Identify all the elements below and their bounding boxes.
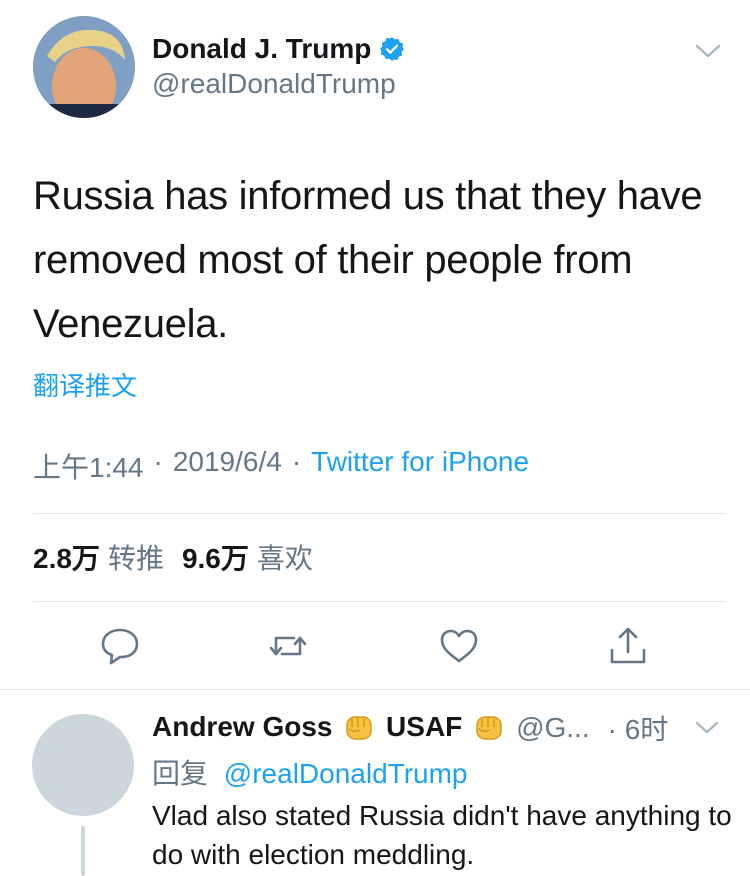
tweet-text: Russia has informed us that they have re… bbox=[33, 174, 703, 346]
reply-author-name[interactable]: Andrew Goss USAF bbox=[152, 711, 508, 746]
like-label[interactable]: 喜欢 bbox=[257, 537, 313, 577]
reply-icon[interactable] bbox=[98, 624, 142, 668]
reply-header: Andrew Goss USAF @G... · 6时 bbox=[152, 708, 668, 748]
reply-author-handle[interactable]: @G... bbox=[516, 712, 590, 744]
reply-author-name-part2: USAF bbox=[386, 710, 463, 742]
verified-badge-icon bbox=[379, 36, 405, 62]
reply-text: Vlad also stated Russia didn't have anyt… bbox=[152, 800, 732, 870]
meta-separator: · bbox=[153, 446, 163, 477]
author-handle[interactable]: @realDonaldTrump bbox=[152, 68, 396, 100]
raised-fist-icon bbox=[342, 711, 376, 745]
author-name[interactable]: Donald J. Trump bbox=[152, 33, 371, 65]
like-icon[interactable] bbox=[437, 624, 481, 668]
replying-to: 回复 @realDonaldTrump bbox=[152, 752, 468, 792]
divider bbox=[33, 513, 725, 514]
author-name-row: Donald J. Trump bbox=[152, 30, 405, 68]
reply-author-name-part1: Andrew Goss bbox=[152, 710, 333, 742]
replying-to-label: 回复 bbox=[152, 758, 209, 789]
reply-time: · 6时 bbox=[607, 714, 669, 745]
thread-line bbox=[81, 826, 85, 876]
tweet-meta: 上午1:44 · 2019/6/4 · Twitter for iPhone bbox=[33, 446, 529, 486]
tweet-stats: 2.8万 转推 9.6万 喜欢 bbox=[33, 537, 331, 577]
author-avatar[interactable] bbox=[33, 16, 135, 118]
tweet-time: 上午1:44 bbox=[33, 452, 144, 483]
like-count[interactable]: 9.6万 bbox=[182, 537, 249, 577]
chevron-down-icon[interactable] bbox=[694, 718, 720, 738]
tweet-date: 2019/6/4 bbox=[172, 446, 282, 477]
reply-author-avatar[interactable] bbox=[32, 714, 134, 816]
translate-tweet-link[interactable]: 翻译推文 bbox=[33, 366, 137, 403]
tweet-source-link[interactable]: Twitter for iPhone bbox=[311, 446, 529, 486]
divider bbox=[0, 689, 750, 690]
raised-fist-icon bbox=[472, 711, 506, 745]
retweet-count[interactable]: 2.8万 bbox=[33, 537, 100, 577]
share-icon[interactable] bbox=[606, 624, 650, 668]
chevron-down-icon[interactable] bbox=[694, 40, 722, 62]
replying-to-handle[interactable]: @realDonaldTrump bbox=[224, 758, 468, 789]
divider bbox=[33, 601, 725, 602]
retweet-label[interactable]: 转推 bbox=[108, 537, 164, 577]
meta-separator: · bbox=[291, 446, 302, 477]
retweet-icon[interactable] bbox=[266, 624, 310, 668]
